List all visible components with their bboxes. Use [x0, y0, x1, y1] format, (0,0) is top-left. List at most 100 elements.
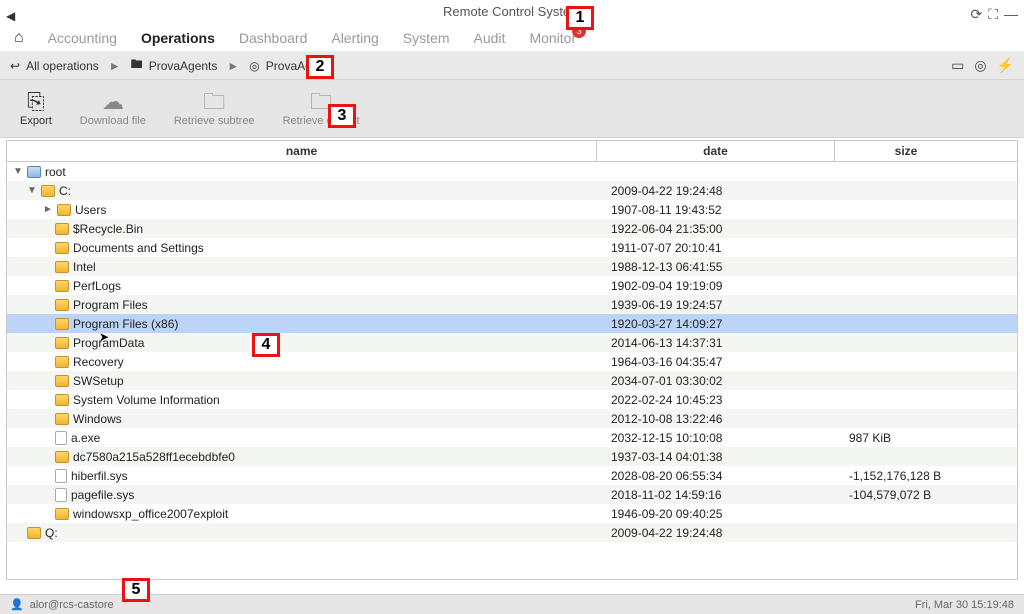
window-titlebar: ◀ Remote Control System ⟳ ⛶ — [0, 0, 1024, 24]
tree-toggle-icon[interactable]: ▼ [27, 185, 37, 196]
row-date: 1937-03-14 04:01:38 [597, 450, 835, 464]
maximize-icon[interactable]: ⛶ [988, 2, 998, 26]
target-icon[interactable]: ◎ [974, 57, 986, 74]
refresh-icon[interactable]: ⟳ [970, 2, 982, 26]
row-date: 2009-04-22 19:24:48 [597, 184, 835, 198]
minimize-icon[interactable]: — [1004, 2, 1018, 26]
annotation-marker-2: 2 [306, 55, 334, 79]
annotation-marker-3: 3 [328, 104, 356, 128]
status-bar: 👤 alor@rcs-castore Fri, Mar 30 15:19:48 [0, 594, 1024, 614]
status-user: alor@rcs-castore [30, 599, 114, 611]
folder-icon [55, 394, 69, 406]
row-name: Q: [45, 526, 58, 540]
tree-toggle-icon[interactable]: ► [43, 204, 53, 215]
folder-icon [55, 261, 69, 273]
table-row[interactable]: hiberfil.sys2028-08-20 06:55:34-1,152,17… [7, 466, 1017, 485]
tab-alerting[interactable]: Alerting [331, 30, 378, 46]
annotation-marker-1: 1 [566, 6, 594, 30]
download-file-button[interactable]: ☁ Download file [80, 91, 146, 127]
table-row[interactable]: ProgramData2014-06-13 14:37:31 [7, 333, 1017, 352]
row-date: 2009-04-22 19:24:48 [597, 526, 835, 540]
row-date: 1920-03-27 14:09:27 [597, 317, 835, 331]
export-button[interactable]: ⎘ Export [20, 91, 52, 127]
row-name: Program Files [73, 298, 148, 312]
folder-icon [55, 318, 69, 330]
breadcrumb-item-1[interactable]: 🖿 ProvaAgents [131, 55, 218, 76]
table-header: name date size [6, 140, 1018, 162]
tab-operations[interactable]: Operations [141, 30, 215, 46]
row-name: pagefile.sys [71, 488, 134, 502]
table-row[interactable]: $Recycle.Bin1922-06-04 21:35:00 [7, 219, 1017, 238]
table-row[interactable]: Program Files (x86) 1920-03-27 14:09:27 [7, 314, 1017, 333]
row-name: Documents and Settings [73, 241, 204, 255]
tab-accounting[interactable]: Accounting [48, 30, 117, 46]
retrieve-subtree-button[interactable]: 🗀 Retrieve subtree [174, 91, 255, 127]
row-date: 2022-02-24 10:45:23 [597, 393, 835, 407]
tab-system[interactable]: System [403, 30, 450, 46]
table-row[interactable]: Documents and Settings1911-07-07 20:10:4… [7, 238, 1017, 257]
download-icon: ☁ [102, 91, 124, 113]
export-icon: ⎘ [27, 91, 45, 113]
row-date: 1902-09-04 19:19:09 [597, 279, 835, 293]
table-row[interactable]: Q: 2009-04-22 19:24:48 [7, 523, 1017, 542]
folder-icon [41, 185, 55, 197]
table-body: ▼root▼C:2009-04-22 19:24:48►Users1907-08… [6, 162, 1018, 580]
table-row[interactable]: Recovery1964-03-16 04:35:47 [7, 352, 1017, 371]
row-date: 2032-12-15 10:10:08 [597, 431, 835, 445]
annotation-marker-5: 5 [122, 578, 150, 602]
col-date-header[interactable]: date [597, 141, 835, 161]
file-icon [55, 488, 67, 502]
col-name-header[interactable]: name [7, 141, 597, 161]
folder-icon [55, 451, 69, 463]
table-row[interactable]: Intel1988-12-13 06:41:55 [7, 257, 1017, 276]
row-name: System Volume Information [73, 393, 220, 407]
table-row[interactable]: a.exe2032-12-15 10:10:08987 KiB [7, 428, 1017, 447]
export-label: Export [20, 115, 52, 127]
table-row[interactable]: pagefile.sys2018-11-02 14:59:16-104,579,… [7, 485, 1017, 504]
table-row[interactable]: Windows2012-10-08 13:22:46 [7, 409, 1017, 428]
col-size-header[interactable]: size [835, 141, 977, 161]
file-icon [55, 469, 67, 483]
folder-icon [55, 299, 69, 311]
breadcrumb-back[interactable]: ↩ All operations [10, 59, 99, 73]
download-label: Download file [80, 115, 146, 127]
folder-icon [55, 375, 69, 387]
breadcrumb-item-0: All operations [26, 59, 99, 73]
table-row[interactable]: ▼ C: 2009-04-22 19:24:48 [7, 181, 1017, 200]
row-name: a.exe [71, 431, 100, 445]
file-icon [55, 431, 67, 445]
home-icon[interactable]: ⌂ [14, 29, 24, 47]
row-date: 2028-08-20 06:55:34 [597, 469, 835, 483]
folder-icon [55, 223, 69, 235]
breadcrumb: ↩ All operations ► 🖿 ProvaAgents ► ◎ Pro… [0, 52, 1024, 80]
tab-monitor[interactable]: Monitor 3 [529, 30, 576, 46]
tab-audit[interactable]: Audit [474, 30, 506, 46]
table-row[interactable]: Program Files 1939-06-19 19:24:57 [7, 295, 1017, 314]
chevron-right-icon: ► [109, 59, 121, 73]
status-datetime: Fri, Mar 30 15:19:48 [915, 599, 1014, 611]
table-row[interactable]: SWSetup2034-07-01 03:30:02 [7, 371, 1017, 390]
row-date: 1922-06-04 21:35:00 [597, 222, 835, 236]
table-row[interactable]: System Volume Information 2022-02-24 10:4… [7, 390, 1017, 409]
tree-toggle-icon[interactable]: ▼ [13, 166, 23, 177]
table-row[interactable]: windowsxp_office2007exploit 1946-09-20 09… [7, 504, 1017, 523]
row-name: PerfLogs [73, 279, 121, 293]
table-row[interactable]: PerfLogs 1902-09-04 19:19:09 [7, 276, 1017, 295]
file-table: name date size ▼root▼C:2009-04-22 19:24:… [0, 138, 1024, 580]
row-name: Users [75, 203, 106, 217]
table-row[interactable]: ▼root [7, 162, 1017, 181]
row-name: windowsxp_office2007exploit [73, 507, 228, 521]
row-name: Program Files (x86) [73, 317, 178, 331]
bolt-icon[interactable]: ⚡ [997, 57, 1014, 74]
row-date: 1907-08-11 19:43:52 [597, 203, 835, 217]
card-icon[interactable]: ▭ [951, 57, 964, 74]
table-row[interactable]: dc7580a215a528ff1ecebdbfe01937-03-14 04:… [7, 447, 1017, 466]
row-date: 1946-09-20 09:40:25 [597, 507, 835, 521]
row-name: C: [59, 184, 71, 198]
row-name: Intel [73, 260, 96, 274]
row-date: 2018-11-02 14:59:16 [597, 488, 835, 502]
table-row[interactable]: ► Users 1907-08-11 19:43:52 [7, 200, 1017, 219]
folder-icon [55, 280, 69, 292]
row-date: 1939-06-19 19:24:57 [597, 298, 835, 312]
tab-dashboard[interactable]: Dashboard [239, 30, 308, 46]
